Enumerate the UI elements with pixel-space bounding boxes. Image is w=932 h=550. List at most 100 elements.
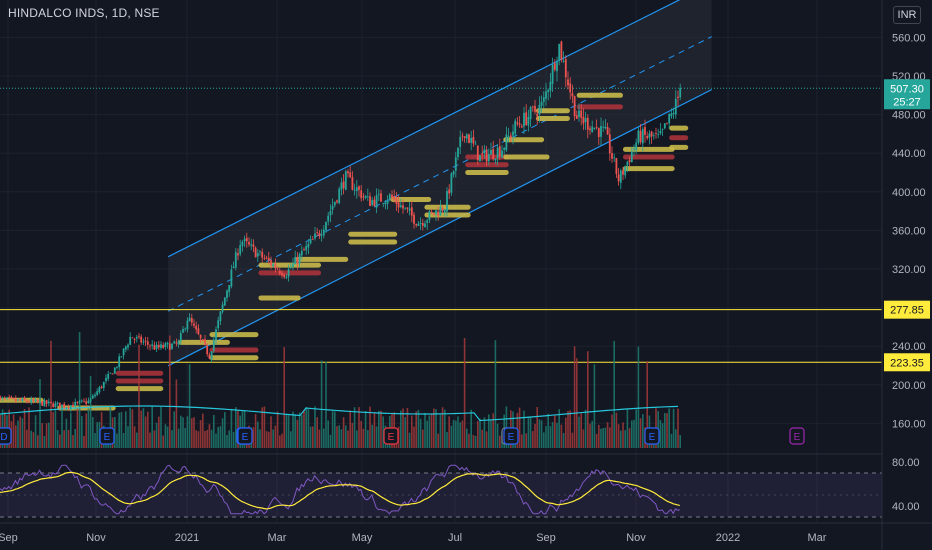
candle-body [223,297,226,306]
candle-body [30,399,33,403]
earnings-event-marker[interactable]: E [503,427,519,445]
candle-body [188,317,191,322]
volume-bar [435,409,437,448]
zone-bar [348,239,398,245]
candle-body [413,214,415,224]
candle-body [98,387,101,393]
candle-body [391,194,393,198]
volume-bar [450,425,453,448]
volume-bar [197,431,200,448]
candle-body [292,263,294,267]
candle-body [584,118,587,123]
candle-body [670,113,673,117]
zone-bar [465,170,509,175]
candle-body [659,131,662,134]
zone-bar [178,339,230,345]
candle-body [21,398,24,402]
candle-body [300,250,303,256]
volume-bar [413,426,415,448]
currency-button[interactable]: INR [893,6,921,24]
candle-body [3,398,6,400]
candle-body [228,285,231,292]
candle-body [556,61,558,72]
earnings-event-marker[interactable]: E [644,427,660,445]
volume-bar [219,426,222,448]
volume-bar [303,410,305,448]
candle-body [503,147,506,150]
price-tick-label: 320.00 [892,264,926,276]
candle-body [164,343,167,348]
candle-body [190,317,193,323]
volume-bar [23,408,26,448]
zone-bar [258,262,322,268]
volume-bar [136,432,138,448]
candle-body [39,401,41,402]
volume-bar [666,413,668,448]
earnings-event-marker[interactable]: E [789,427,805,445]
earnings-event-marker[interactable]: E [383,427,399,445]
price-tick-label: 560.00 [892,32,926,44]
volume-bar [175,379,178,448]
candle-body [127,344,129,348]
price-tick-label: 400.00 [892,187,926,199]
candle-body [179,333,182,342]
volume-bar [59,434,61,448]
volume-bar [180,415,182,448]
earnings-event-marker[interactable]: E [99,427,115,445]
candle-body [571,93,574,97]
earnings-event-marker[interactable]: D [0,427,12,445]
volume-bar [459,422,461,448]
candle-body [450,173,453,193]
volume-bar [230,408,233,448]
price-chart[interactable]: DEEEEEEEE560.00520.00480.00440.00400.003… [0,0,932,550]
zone-bar [535,108,570,114]
candle-body [177,341,180,345]
event-marker-letter: E [104,432,111,443]
volume-bar [81,416,83,448]
candle-body [336,200,338,203]
volume-bar [19,416,21,448]
candle-body [316,231,319,233]
zone-bar [258,295,301,301]
candle-body [327,215,330,222]
candle-body [182,329,184,333]
volume-bar [549,426,552,448]
candle-body [591,126,594,133]
earnings-event-marker[interactable]: E [237,427,253,445]
candle-body [492,149,495,160]
candle-body [100,386,103,388]
volume-bar [380,410,382,448]
candle-body [679,88,682,98]
volume-bar [353,407,356,448]
candle-body [45,400,48,404]
volume-bar [127,426,129,448]
candle-body [622,170,624,175]
volume-bar [221,418,224,448]
candle-body [234,252,237,268]
volume-bar [474,435,477,448]
candle-body [406,207,409,209]
volume-bar [626,408,629,448]
candle-body [221,304,224,312]
last-price-label: 507.30 [890,83,924,95]
volume-bar [584,409,587,448]
volume-bar [422,429,424,448]
volume-bar [327,420,329,448]
volume-bar [149,432,151,448]
candle-body [129,336,132,345]
volume-bar [571,432,574,448]
volume-bar [21,418,24,448]
volume-bar [430,413,433,448]
candle-body [516,122,519,125]
volume-bar [567,410,569,448]
volume-bar [576,358,578,448]
volume-bar [611,414,613,448]
candle-body [140,336,143,343]
candle-body [531,106,534,108]
candle-body [448,189,451,194]
volume-bar [76,408,79,448]
candle-body [149,345,151,347]
candle-body [144,340,147,342]
candle-body [573,96,576,117]
volume-bar [523,410,525,448]
